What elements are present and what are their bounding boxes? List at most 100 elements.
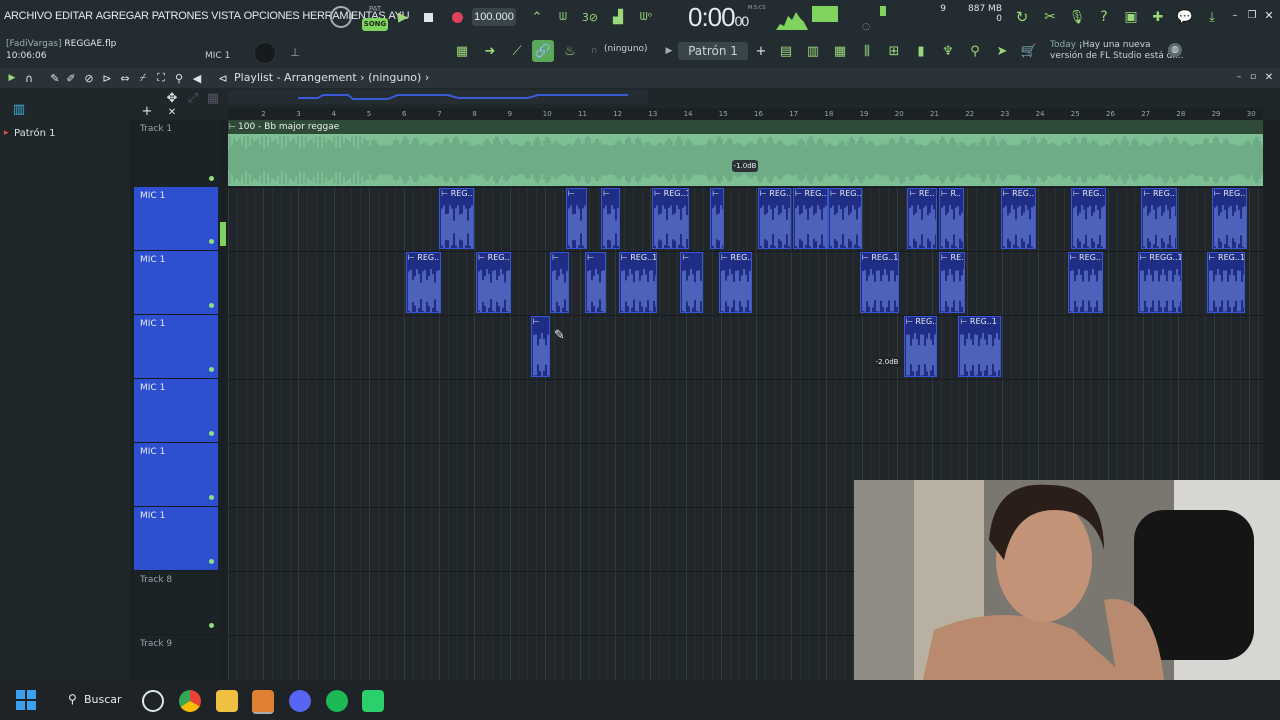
capcut-icon[interactable] [362,690,384,712]
slip-icon[interactable]: ⇔ [118,71,132,85]
track-header[interactable]: MIC 1 [134,443,218,507]
mic-clip[interactable]: ⊢ REG.. [719,252,753,313]
pattern-selector[interactable]: Patrón 1 [678,42,748,60]
news-panel[interactable]: Today ¡Hay una nueva versión de FL Studi… [1050,40,1183,62]
mic-clip[interactable]: ⊢ REG..1 [757,188,792,249]
mic-clip[interactable]: ⊢ [601,188,621,249]
mic-clip[interactable]: ⊢ [585,252,607,313]
record-icon[interactable] [452,12,463,23]
stamp-icon[interactable]: ♨ [560,42,580,60]
add-pattern-icon[interactable]: + [754,42,768,60]
menu-patterns[interactable]: PATRONES [152,10,209,22]
tempo-display[interactable]: 100.000 [472,8,516,26]
zoom-icon[interactable]: ⚲ [172,71,186,85]
mic-clip[interactable]: ⊢ REG.. [405,252,441,313]
mic-clip[interactable]: ⊢ REG..1 [1141,188,1177,249]
browser-icon[interactable]: ⊞ [884,42,904,60]
step-edit-icon[interactable]: ▟ [607,8,629,26]
mute-icon[interactable]: ⊳ [100,71,114,85]
track-enable-dot[interactable] [209,431,214,436]
delete-icon[interactable]: ⊘ [82,71,96,85]
master-volume-knob[interactable] [330,6,352,28]
track-enable-dot[interactable] [209,623,214,628]
playlist-maximize-icon[interactable]: ▫ [1248,72,1258,82]
mic-clip[interactable]: ⊢ REG..1 [618,252,658,313]
mic-clip[interactable]: ⊢ REG..1 [439,188,475,249]
track-enable-dot[interactable] [209,367,214,372]
save-icon[interactable]: ▣ [1121,7,1141,27]
magnet-icon[interactable]: ∩ [588,44,600,58]
magnet-snap-icon[interactable]: ∩ [22,71,36,85]
menu-view[interactable]: VISTA [211,10,241,22]
piano-keys-icon[interactable]: ▥ [10,101,28,117]
countdown-icon[interactable]: 3⊘ [579,8,601,26]
menu-add[interactable]: AGREGAR [96,10,149,22]
discord-icon[interactable] [289,690,311,712]
track-header[interactable]: MIC 1 [134,507,218,571]
pat-song-toggle[interactable]: PAT SONG [362,5,388,31]
play-icon[interactable]: ▶ [394,8,412,26]
select-icon[interactable]: ⛶ [154,71,168,85]
picker-pattern-item[interactable]: Patrón 1 [14,128,56,139]
mic-clip[interactable]: ⊢ REG..1 [958,316,1001,377]
add-track-icon[interactable]: + [140,104,154,119]
track-header[interactable]: MIC 1 [134,315,218,379]
chatgpt-icon[interactable] [142,690,164,712]
mic-clip[interactable]: ⊢ REG..1 [1206,252,1246,313]
cut-icon[interactable]: ✂ [1040,7,1060,27]
metronome-icon[interactable]: ⌃ [527,8,547,26]
mic-clip[interactable]: ⊢ REG..1 [1071,188,1107,249]
snap-link-icon[interactable]: 🔗 [532,40,554,62]
draw-icon[interactable]: ⟋ [507,42,527,60]
plugin-picker-icon[interactable]: ▮ [911,42,931,60]
faders-icon[interactable]: ⫼ [857,42,877,60]
chat-icon[interactable]: 💬 [1175,7,1195,27]
help-icon[interactable]: ? [1094,7,1114,27]
play-arrow-small-icon[interactable]: ▶ [664,44,674,58]
playback-icon[interactable]: ◀ [190,71,204,85]
minimize-icon[interactable]: – [1228,8,1242,22]
stop-icon[interactable] [424,13,433,22]
playlist-minimize-icon[interactable]: – [1234,72,1244,82]
restore-icon[interactable]: ❐ [1245,8,1259,22]
pencil-icon[interactable]: ✎ [48,71,62,85]
mic-clip[interactable]: ⊢ [710,188,725,249]
plugin-icon[interactable]: ✚ [1148,7,1168,27]
mic-clip[interactable]: ⊢ REG..1 [859,252,899,313]
playlist-play-icon[interactable]: ▶ [6,71,18,85]
file-explorer-icon[interactable] [216,690,238,712]
arrangement-overview[interactable] [228,90,648,104]
song-time-display[interactable]: 0:0000 [688,2,749,33]
fl-studio-icon[interactable] [252,690,274,714]
windows-start-icon[interactable] [16,690,36,710]
paint-icon[interactable]: ✐ [64,71,78,85]
cart-icon[interactable]: 🛒 [1019,42,1039,60]
loop-record-icon[interactable]: ᗯᵒ [635,8,657,26]
track-enable-dot[interactable] [209,239,214,244]
track-enable-dot[interactable] [209,176,214,181]
mic-clip[interactable]: ⊢ REG..1 [792,188,829,249]
mic-clip[interactable]: ⊢ REG..1 [1211,188,1248,249]
mic-clip[interactable]: ⊢ [565,188,588,249]
piano-roll-icon[interactable]: ▦ [452,42,472,60]
track-enable-dot[interactable] [209,495,214,500]
search-icon[interactable]: ⚲ [68,692,77,706]
mixer-icon[interactable]: ▦ [830,42,850,60]
pin-icon[interactable]: ⊥ [288,44,302,60]
download-icon[interactable]: ⤓ [1202,7,1222,27]
track-header[interactable]: MIC 1 [134,379,218,443]
arrow-right-icon[interactable]: ➜ [480,42,500,60]
playlist-close-icon[interactable]: ✕ [1264,72,1274,83]
taskbar-search[interactable]: Buscar [84,693,122,706]
mic-clip[interactable]: ⊢ REG..1 [1067,252,1103,313]
track-header[interactable]: MIC 1 [134,187,218,251]
mic-clip[interactable]: ⊢ RE.. [939,252,966,313]
mic-clip[interactable]: ⊢ REG.. [903,316,938,377]
wait-input-icon[interactable]: ᗯ [553,8,573,26]
menu-options[interactable]: OPCIONES [244,10,300,22]
track-enable-dot[interactable] [209,559,214,564]
mic-icon[interactable]: ♆ [938,42,958,60]
menu-edit[interactable]: EDITAR [55,10,93,22]
mic-clip[interactable]: ⊢ [550,252,570,313]
globe-icon[interactable]: ◍ [1168,43,1182,57]
